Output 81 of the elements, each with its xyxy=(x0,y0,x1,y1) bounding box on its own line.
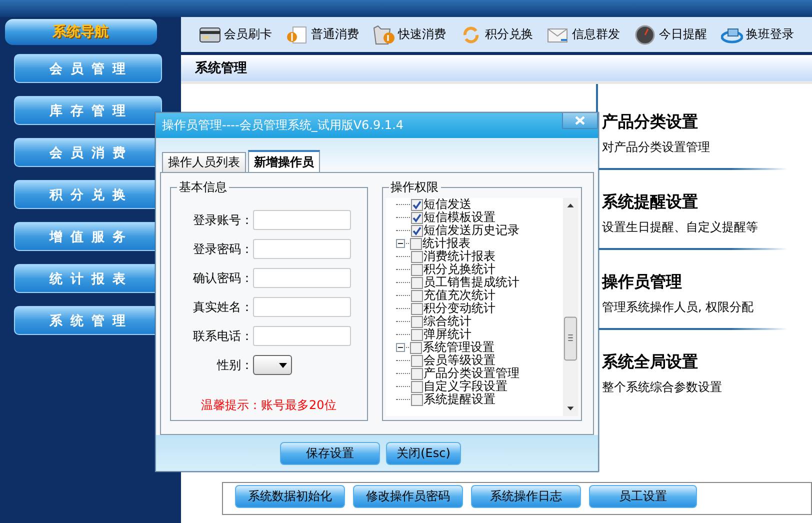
tab[interactable]: 操作人员列表 xyxy=(162,152,246,172)
toolbar-button[interactable]: 普通消费 xyxy=(286,24,359,44)
scrollbar[interactable] xyxy=(563,198,578,416)
input-field[interactable] xyxy=(253,326,351,346)
setting-description: 设置生日提醒、自定义提醒等 xyxy=(602,219,759,236)
group-legend: 基本信息 xyxy=(177,179,229,196)
checkbox[interactable] xyxy=(410,238,422,250)
field-label: 真实姓名： xyxy=(192,298,253,316)
checkbox[interactable] xyxy=(410,224,423,236)
dialog-title: 操作员管理----会员管理系统_试用版V6.9.1.4 xyxy=(162,117,404,134)
tab[interactable]: 新增操作员 xyxy=(248,150,320,172)
collapse-icon[interactable] xyxy=(396,343,405,352)
field-label: 联系电话： xyxy=(192,328,253,344)
permission-label[interactable]: 系统管理设置 xyxy=(422,341,495,354)
permission-label[interactable]: 短信发送 xyxy=(424,198,472,211)
toolbar-button[interactable]: 换班登录 xyxy=(721,24,794,44)
function-button[interactable]: 员工设置 xyxy=(589,485,697,508)
function-button[interactable]: 修改操作员密码 xyxy=(353,485,463,508)
checkbox[interactable] xyxy=(410,328,423,340)
group-legend: 操作权限 xyxy=(388,179,441,196)
toolbar-button[interactable]: 快速消费 xyxy=(373,24,446,44)
permission-label[interactable]: 积分变动统计 xyxy=(424,302,496,315)
checkbox[interactable] xyxy=(410,198,423,210)
permission-label[interactable]: 充值充次统计 xyxy=(424,289,496,302)
permission-label[interactable]: 产品分类设置管理 xyxy=(424,367,520,380)
setting-title[interactable]: 产品分类设置 xyxy=(602,112,812,133)
field-label: 登录账号： xyxy=(192,212,253,228)
permission-label[interactable]: 弹屏统计 xyxy=(424,328,472,341)
function-button[interactable]: 系统操作日志 xyxy=(471,485,581,508)
permission-label[interactable]: 会员等级设置 xyxy=(424,354,496,367)
permission-label[interactable]: 员工销售提成统计 xyxy=(424,276,520,289)
permission-label[interactable]: 积分兑换统计 xyxy=(424,263,496,276)
dialog-button[interactable]: 关闭(Esc) xyxy=(386,442,461,464)
toolbar-button[interactable]: 今日提醒 xyxy=(634,24,707,44)
field-label: 登录密码： xyxy=(192,240,253,258)
permission-label[interactable]: 短信发送历史记录 xyxy=(424,224,520,237)
input-field[interactable] xyxy=(253,297,351,317)
caret-icon xyxy=(279,362,287,368)
checkbox[interactable] xyxy=(410,264,423,276)
checkbox[interactable] xyxy=(410,290,423,302)
checkbox[interactable] xyxy=(410,354,423,366)
gauge-icon xyxy=(634,24,656,44)
close-button[interactable] xyxy=(562,113,598,129)
page-title: 系统管理 xyxy=(181,55,812,84)
hint-text: 温馨提示：账号最多20位 xyxy=(200,397,338,414)
checkbox[interactable] xyxy=(410,342,422,354)
setting-title[interactable]: 系统提醒设置 xyxy=(602,192,812,213)
card-icon xyxy=(199,24,221,44)
setting-description: 对产品分类设置管理 xyxy=(602,139,711,156)
checkbox[interactable] xyxy=(410,302,423,314)
toolbar-button[interactable]: 积分兑换 xyxy=(460,24,533,44)
checkbox[interactable] xyxy=(410,316,423,328)
checkbox[interactable] xyxy=(410,276,423,288)
function-button[interactable]: 系统数据初始化 xyxy=(235,485,345,508)
input-field[interactable] xyxy=(253,210,351,230)
permission-label[interactable]: 综合统计 xyxy=(424,315,472,328)
nav-title: 系统导航 xyxy=(4,19,156,45)
checkbox[interactable] xyxy=(410,368,423,380)
checkbox[interactable] xyxy=(410,250,423,262)
checkbox[interactable] xyxy=(410,380,423,392)
input-field[interactable] xyxy=(253,268,351,288)
permission-label[interactable]: 系统提醒设置 xyxy=(424,393,496,406)
permission-label[interactable]: 短信模板设置 xyxy=(424,211,496,224)
input-field[interactable] xyxy=(253,239,351,259)
toolbar-button[interactable]: 会员刷卡 xyxy=(199,24,272,44)
gender-dropdown[interactable] xyxy=(253,355,292,375)
setting-description: 整个系统综合参数设置 xyxy=(602,379,723,396)
checkbox[interactable] xyxy=(410,212,423,224)
setting-description: 管理系统操作人员, 权限分配 xyxy=(602,299,755,316)
field-label: 性别： xyxy=(216,356,253,374)
field-label: 确认密码： xyxy=(192,270,253,286)
setting-title[interactable]: 操作员管理 xyxy=(602,272,812,293)
setting-title[interactable]: 系统全局设置 xyxy=(602,352,812,373)
close-icon xyxy=(575,116,585,125)
permission-label[interactable]: 自定义字段设置 xyxy=(424,380,508,393)
toolbar-button[interactable]: 信息群发 xyxy=(547,24,620,44)
collapse-icon[interactable] xyxy=(396,239,405,248)
permission-label[interactable]: 统计报表 xyxy=(422,237,471,250)
dialog-button[interactable]: 保存设置 xyxy=(280,442,380,464)
permission-label[interactable]: 消费统计报表 xyxy=(424,250,496,263)
checkbox[interactable] xyxy=(410,394,423,406)
